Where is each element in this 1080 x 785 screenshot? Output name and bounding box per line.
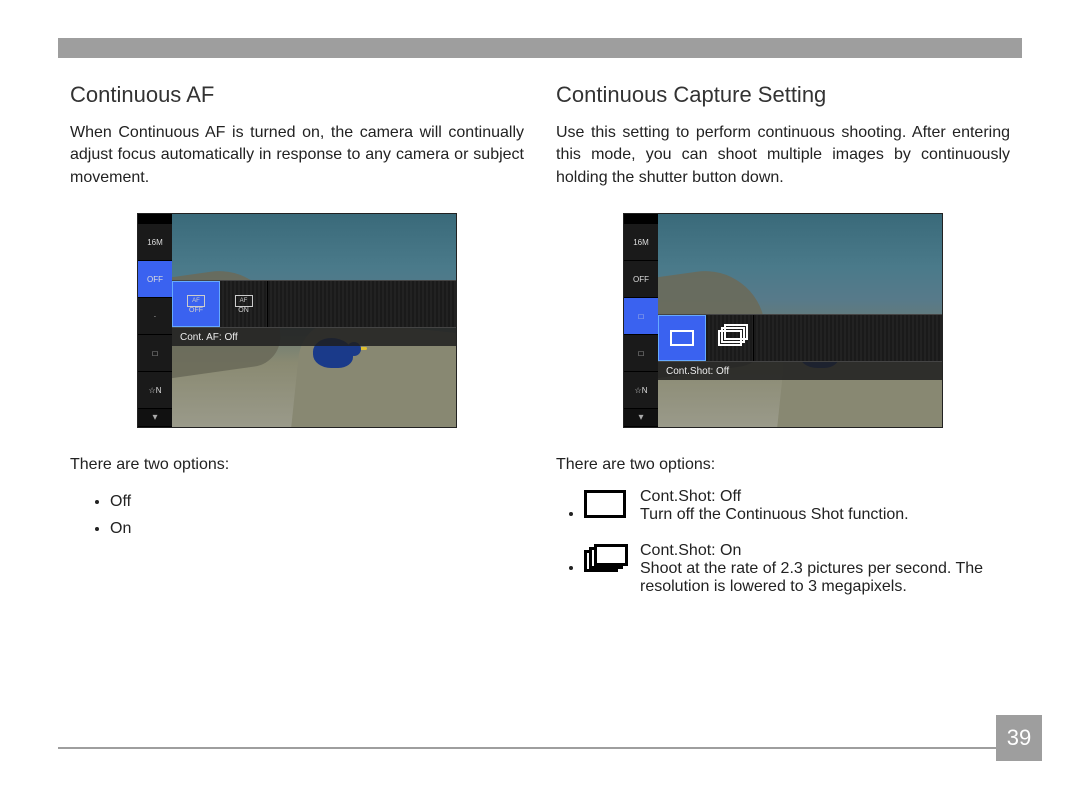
sidebar-item-cont-shot: □: [624, 298, 658, 335]
option-cont-shot-off: Cont.Shot: Off Turn off the Continuous S…: [584, 488, 1010, 524]
ribbon-opt-off: AFOFF: [172, 281, 220, 327]
option-desc: Shoot at the rate of 2.3 pictures per se…: [640, 560, 1010, 596]
sidebar-item-4: □: [624, 335, 658, 372]
sidebar-item-resolution: 16M: [138, 224, 172, 261]
sidebar-arrow-down-icon: ▾: [138, 409, 172, 427]
page-number: 39: [996, 715, 1042, 761]
sidebar-item-2: OFF: [624, 261, 658, 298]
sidebar-arrow-down-icon: ▾: [624, 409, 658, 427]
heading-continuous-af: Continuous AF: [70, 82, 524, 108]
sidebar-item-3: ·: [138, 298, 172, 335]
ribbon-opt-multi: [706, 315, 754, 361]
option-title: Cont.Shot: Off: [640, 488, 909, 506]
option-cont-shot-on: Cont.Shot: On Shoot at the rate of 2.3 p…: [584, 542, 1010, 596]
menu-sidebar: 16M OFF □ □ ☆N ▾: [624, 214, 658, 427]
screenshot-continuous-af: 16M OFF · □ ☆N ▾ AFOFF AFON Cont. AF: Of…: [137, 213, 457, 428]
col-continuous-capture: Continuous Capture Setting Use this sett…: [556, 82, 1010, 614]
ribbon-opt-on: AFON: [220, 281, 268, 327]
screenshot-continuous-capture: 16M OFF □ □ ☆N ▾ Cont.Shot: Off: [623, 213, 943, 428]
options-intro-left: There are two options:: [70, 456, 524, 474]
ribbon-caption: Cont. AF: Off: [172, 328, 456, 346]
option-on: On: [110, 515, 524, 542]
sidebar-item-4: □: [138, 335, 172, 372]
intro-continuous-capture: Use this setting to perform continuous s…: [556, 122, 1010, 189]
intro-continuous-af: When Continuous AF is turned on, the cam…: [70, 122, 524, 189]
option-desc: Turn off the Continuous Shot function.: [640, 506, 909, 524]
option-title: Cont.Shot: On: [640, 542, 1010, 560]
option-off: Off: [110, 488, 524, 515]
ribbon-opt-single: [658, 315, 706, 361]
option-ribbon: [658, 314, 942, 362]
page-body: Continuous AF When Continuous AF is turn…: [70, 82, 1010, 614]
sidebar-item-5: ☆N: [624, 372, 658, 409]
sidebar-item-5: ☆N: [138, 372, 172, 409]
sidebar-item-cont-af: OFF: [138, 261, 172, 298]
sidebar-item-resolution: 16M: [624, 224, 658, 261]
heading-continuous-capture: Continuous Capture Setting: [556, 82, 1010, 108]
header-rule: [58, 38, 1022, 58]
multi-frame-icon: [584, 544, 626, 572]
ribbon-caption: Cont.Shot: Off: [658, 362, 942, 380]
options-intro-right: There are two options:: [556, 456, 1010, 474]
menu-sidebar: 16M OFF · □ ☆N ▾: [138, 214, 172, 427]
col-continuous-af: Continuous AF When Continuous AF is turn…: [70, 82, 524, 614]
options-list-left: Off On: [70, 488, 524, 542]
option-ribbon: AFOFF AFON: [172, 280, 456, 328]
options-list-right: Cont.Shot: Off Turn off the Continuous S…: [556, 488, 1010, 596]
footer-rule: [58, 747, 1022, 749]
single-frame-icon: [584, 490, 626, 518]
